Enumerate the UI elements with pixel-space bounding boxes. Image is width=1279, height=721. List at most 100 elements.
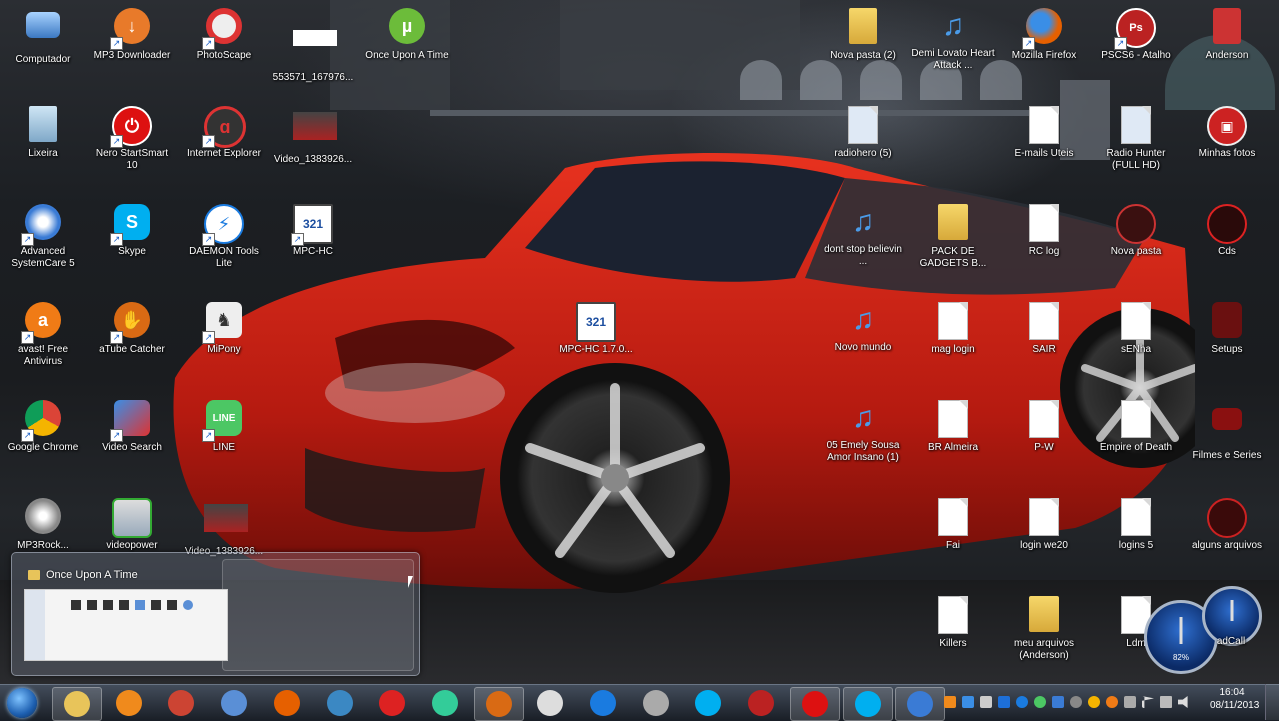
desktop-icon-br-almeira[interactable]: BR Almeira bbox=[910, 398, 996, 454]
desktop-icon-pack-de-gadgets[interactable]: PACK DE GADGETS B... bbox=[910, 202, 996, 270]
desktop-icon-lixeira[interactable]: Lixeira bbox=[0, 104, 86, 160]
desktop-icon-video-search[interactable]: ↗ Video Search bbox=[89, 398, 175, 454]
desktop-icon-mp3-rocket[interactable]: MP3Rock... bbox=[0, 496, 86, 552]
clock[interactable]: 16:04 08/11/2013 bbox=[1210, 686, 1259, 712]
desktop-icon-mpc-hc[interactable]: 321 ↗ MPC-HC bbox=[270, 202, 356, 258]
desktop-icon-avast[interactable]: a ↗ avast! Free Antivirus bbox=[0, 300, 86, 368]
desktop-icon-novo-mundo[interactable]: ♫ Novo mundo bbox=[820, 300, 906, 354]
firefox-task-button[interactable] bbox=[263, 687, 311, 719]
tray-app-icon[interactable] bbox=[944, 696, 956, 708]
desktop-icon-advanced-systemcare[interactable]: ↗ Advanced SystemCare 5 bbox=[0, 202, 86, 270]
volume-icon[interactable] bbox=[1178, 696, 1188, 708]
tray-avast-icon[interactable] bbox=[1106, 696, 1118, 708]
desktop-icon-line[interactable]: LINE ↗ LINE bbox=[181, 398, 267, 454]
tray-line-icon[interactable] bbox=[1034, 696, 1046, 708]
desktop-icon-logins[interactable]: logins 5 bbox=[1093, 496, 1179, 552]
desktop-icon-mp3-downloader[interactable]: ↓ ↗ MP3 Downloader bbox=[89, 6, 175, 62]
desktop-icon-rc-log[interactable]: RC log bbox=[1001, 202, 1087, 258]
desktop-icon-emely-sousa[interactable]: ♫ 05 Emely Sousa Amor Insano (1) bbox=[820, 398, 906, 464]
chrome-task-button[interactable] bbox=[421, 687, 469, 719]
desktop-icon-fai[interactable]: Fai bbox=[910, 496, 996, 552]
desktop-icon-mipony[interactable]: ♞ ↗ MiPony bbox=[181, 300, 267, 356]
cleaner-task-button[interactable] bbox=[157, 687, 205, 719]
cleaner-icon bbox=[168, 690, 194, 716]
nero-task-button[interactable] bbox=[368, 687, 416, 719]
desktop-icon-internet-explorer[interactable]: ɑ ↗ Internet Explorer bbox=[181, 104, 267, 160]
notepad-task-button[interactable] bbox=[210, 687, 258, 719]
desktop-icon-mpc-hc-17[interactable]: 321 MPC-HC 1.7.0... bbox=[546, 300, 646, 356]
preview-window-thumbnail[interactable] bbox=[24, 589, 228, 661]
desktop-icon-atube-catcher[interactable]: ✋ ↗ aTube Catcher bbox=[89, 300, 175, 356]
tray-systemcare-icon[interactable] bbox=[1052, 696, 1064, 708]
desktop-icon-demi-lovato[interactable]: ♫ Demi Lovato Heart Attack ... bbox=[910, 6, 996, 72]
desktop-icon-dont-stop-believin[interactable]: ♫ dont stop believin ... bbox=[820, 202, 906, 268]
tray-app-icon[interactable] bbox=[1124, 696, 1136, 708]
start-button[interactable] bbox=[2, 686, 42, 720]
desktop-icon-login-we20[interactable]: login we20 bbox=[1001, 496, 1087, 552]
desktop-icon-adcall[interactable]: adCall bbox=[1196, 634, 1266, 648]
tray-app-icon[interactable] bbox=[1088, 696, 1100, 708]
explorer-task-button[interactable] bbox=[52, 687, 102, 721]
desktop-icon-mozilla-firefox[interactable]: ↗ Mozilla Firefox bbox=[1001, 6, 1087, 62]
desktop-icon-radio-hunter[interactable]: Radio Hunter (FULL HD) bbox=[1093, 104, 1179, 172]
tray-skype-icon[interactable] bbox=[998, 696, 1010, 708]
network-icon[interactable] bbox=[1160, 696, 1172, 708]
desktop-icon-computador[interactable]: Computador bbox=[0, 6, 86, 66]
desktop-icon-killers[interactable]: Killers bbox=[910, 594, 996, 650]
desktop-icon-video-1383926b[interactable]: Video_1383926... bbox=[181, 496, 267, 558]
mipony-task-button[interactable] bbox=[526, 687, 574, 719]
desktop-icon-label: avast! Free Antivirus bbox=[17, 344, 69, 367]
desktop-icon-label: RC log bbox=[1028, 246, 1060, 257]
document-icon bbox=[1024, 400, 1064, 440]
desktop-icon-nova-pasta-2[interactable]: Nova pasta (2) bbox=[820, 6, 906, 62]
advanced-systemcare-task-button[interactable] bbox=[895, 687, 945, 721]
folder-icon bbox=[1024, 596, 1064, 636]
desktop-icon-videopower[interactable]: videopower bbox=[89, 496, 175, 552]
desktop-icon-skype[interactable]: S ↗ Skype bbox=[89, 202, 175, 258]
desktop-icon-video-1383926[interactable]: Video_1383926... bbox=[270, 104, 356, 166]
document-icon bbox=[843, 106, 883, 146]
desktop-icon-once-upon-a-time[interactable]: µ Once Upon A Time bbox=[364, 6, 450, 62]
desktop-icon-empire-of-death[interactable]: Empire of Death bbox=[1093, 398, 1179, 454]
desktop-icon-nero[interactable]: ⏻ ↗ Nero StartSmart 10 bbox=[89, 104, 175, 172]
desktop-icon-pscs6[interactable]: Ps ↗ PSCS6 - Atalho bbox=[1093, 6, 1179, 62]
show-desktop-button[interactable] bbox=[1265, 684, 1279, 720]
desktop-icon-google-chrome[interactable]: ↗ Google Chrome bbox=[0, 398, 86, 454]
desktop-icon-daemon-tools[interactable]: ⚡ ↗ DAEMON Tools Lite bbox=[181, 202, 267, 270]
desktop-icon-emails-uteis[interactable]: E-mails Uteis bbox=[1001, 104, 1087, 160]
desktop-icon-mag-login[interactable]: mag login bbox=[910, 300, 996, 356]
opera-task-button[interactable] bbox=[790, 687, 840, 721]
desktop-icon-meu-arquivos[interactable]: meu arquivos (Anderson) bbox=[1001, 594, 1087, 662]
tray-app-icon[interactable] bbox=[1070, 696, 1082, 708]
pscs6-task-button[interactable] bbox=[737, 687, 785, 719]
flag-icon[interactable] bbox=[1142, 696, 1154, 708]
desktop-icon-nova-pasta[interactable]: Nova pasta bbox=[1093, 202, 1179, 258]
desktop-icon-photoscape[interactable]: ↗ PhotoScape bbox=[181, 6, 267, 62]
desktop-icon-minhas-fotos[interactable]: ▣ Minhas fotos bbox=[1184, 104, 1270, 160]
desktop-icon-cds[interactable]: Cds bbox=[1184, 202, 1270, 258]
video-search-icon: ↗ bbox=[110, 400, 152, 442]
desktop-icon-alguns-arquivos[interactable]: alguns arquivos bbox=[1184, 496, 1270, 552]
tray-daemon-icon[interactable] bbox=[1016, 696, 1028, 708]
taskbar-thumbnail-preview[interactable]: Once Upon A Time bbox=[11, 552, 420, 676]
skype-task-button[interactable] bbox=[684, 687, 732, 719]
desktop-icon-setups[interactable]: Setups bbox=[1184, 300, 1270, 356]
firefox-icon: ↗ bbox=[1022, 8, 1064, 50]
tray-user-icon[interactable] bbox=[980, 696, 992, 708]
tray-network-icon[interactable] bbox=[962, 696, 974, 708]
desktop-icon-radiohero[interactable]: radiohero (5) bbox=[820, 104, 906, 160]
desktop-icon-senha[interactable]: sENha bbox=[1093, 300, 1179, 356]
daemon-tools-task-button[interactable] bbox=[579, 687, 627, 719]
desktop-icon-file-553571[interactable]: 553571_167976... bbox=[270, 6, 356, 84]
photos-icon: ▣ bbox=[1207, 106, 1247, 146]
desktop-icon-label: Google Chrome bbox=[7, 442, 79, 453]
media-player-task-button[interactable] bbox=[105, 687, 153, 719]
desktop-icon-filmes-e-series[interactable]: Filmes e Series bbox=[1184, 398, 1270, 462]
desktop-icon-anderson[interactable]: Anderson bbox=[1184, 6, 1270, 62]
desktop-icon-p-w[interactable]: P-W bbox=[1001, 398, 1087, 454]
skype-2-task-button[interactable] bbox=[843, 687, 893, 721]
picture-viewer-task-button[interactable] bbox=[316, 687, 364, 719]
webcam-task-button[interactable] bbox=[632, 687, 680, 719]
desktop-icon-sair[interactable]: SAIR bbox=[1001, 300, 1087, 356]
atube-task-button[interactable] bbox=[474, 687, 524, 721]
